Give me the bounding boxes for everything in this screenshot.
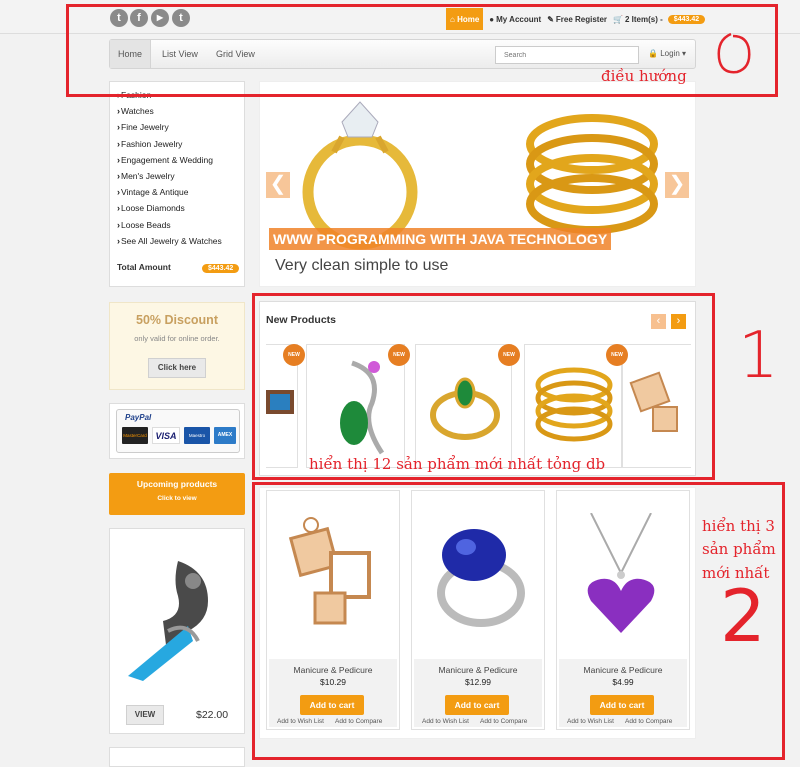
featured-product-card: VIEW $22.00 xyxy=(109,528,245,734)
amex-logo: AMEX xyxy=(214,427,236,444)
category-item[interactable]: ›Fine Jewelry xyxy=(110,119,244,135)
payment-panel: PayPal MasterCard VISA Maestro AMEX xyxy=(109,403,245,459)
bangles-image xyxy=(526,114,658,234)
category-item[interactable]: ›Watches xyxy=(110,103,244,119)
hero-slider: ❮ ❯ WWW PROGRAMMING WITH JAVA TECHNOLOGY… xyxy=(259,81,696,287)
annotation-box-section-1 xyxy=(252,293,715,480)
discount-panel: 50% Discount only valid for online order… xyxy=(109,302,245,390)
category-list: ›Fashion ›Watches ›Fine Jewelry ›Fashion… xyxy=(110,87,244,249)
category-item[interactable]: ›Fashion Jewelry xyxy=(110,136,244,152)
category-item[interactable]: ›See All Jewelry & Watches xyxy=(110,233,244,249)
featured-price: $22.00 xyxy=(196,709,229,721)
annotation-nav-label: điều hướng xyxy=(601,67,687,85)
discount-title: 50% Discount xyxy=(136,313,218,327)
annotation-section-2-line-2: sản phẩm xyxy=(702,540,776,558)
total-amount-label: Total Amount xyxy=(117,262,171,272)
view-button[interactable]: VIEW xyxy=(126,705,164,725)
click-here-button[interactable]: Click here xyxy=(148,358,206,378)
annotation-section-1-label: hiển thị 12 sản phẩm mới nhất tỏng db xyxy=(309,455,606,473)
annotation-section-2-line-1: hiển thị 3 xyxy=(702,517,775,535)
slider-next-arrow[interactable]: ❯ xyxy=(665,172,689,198)
mastercard-logo: MasterCard xyxy=(122,427,148,444)
annotation-number-1: 1 xyxy=(738,319,779,393)
upcoming-products-button[interactable]: Upcoming products Click to view xyxy=(109,473,245,515)
annotation-scribble xyxy=(717,32,751,74)
sidebar-next-panel xyxy=(109,747,245,767)
category-panel: ›Fashion ›Watches ›Fine Jewelry ›Fashion… xyxy=(109,81,245,287)
category-item[interactable]: ›Engagement & Wedding xyxy=(110,152,244,168)
upcoming-title: Upcoming products xyxy=(136,479,218,489)
visa-logo: VISA xyxy=(152,427,180,444)
slider-subtitle: Very clean simple to use xyxy=(275,257,449,274)
slider-headline: WWW PROGRAMMING WITH JAVA TECHNOLOGY xyxy=(269,228,612,250)
category-item[interactable]: ›Loose Diamonds xyxy=(110,200,244,216)
category-item[interactable]: ›Men's Jewelry xyxy=(110,168,244,184)
category-item[interactable]: ›Loose Beads xyxy=(110,217,244,233)
slider-prev-arrow[interactable]: ❮ xyxy=(266,172,290,198)
paypal-logo: PayPal MasterCard VISA Maestro AMEX xyxy=(116,409,240,453)
dragon-pendant-image[interactable] xyxy=(118,541,236,701)
category-item[interactable]: ›Vintage & Antique xyxy=(110,184,244,200)
total-amount-badge: $443.42 xyxy=(202,264,240,273)
annotation-number-2: 2 xyxy=(720,574,766,658)
maestro-logo: Maestro xyxy=(184,427,210,444)
upcoming-link: Click to view xyxy=(157,495,197,502)
discount-subtitle: only valid for online order. xyxy=(134,334,220,343)
